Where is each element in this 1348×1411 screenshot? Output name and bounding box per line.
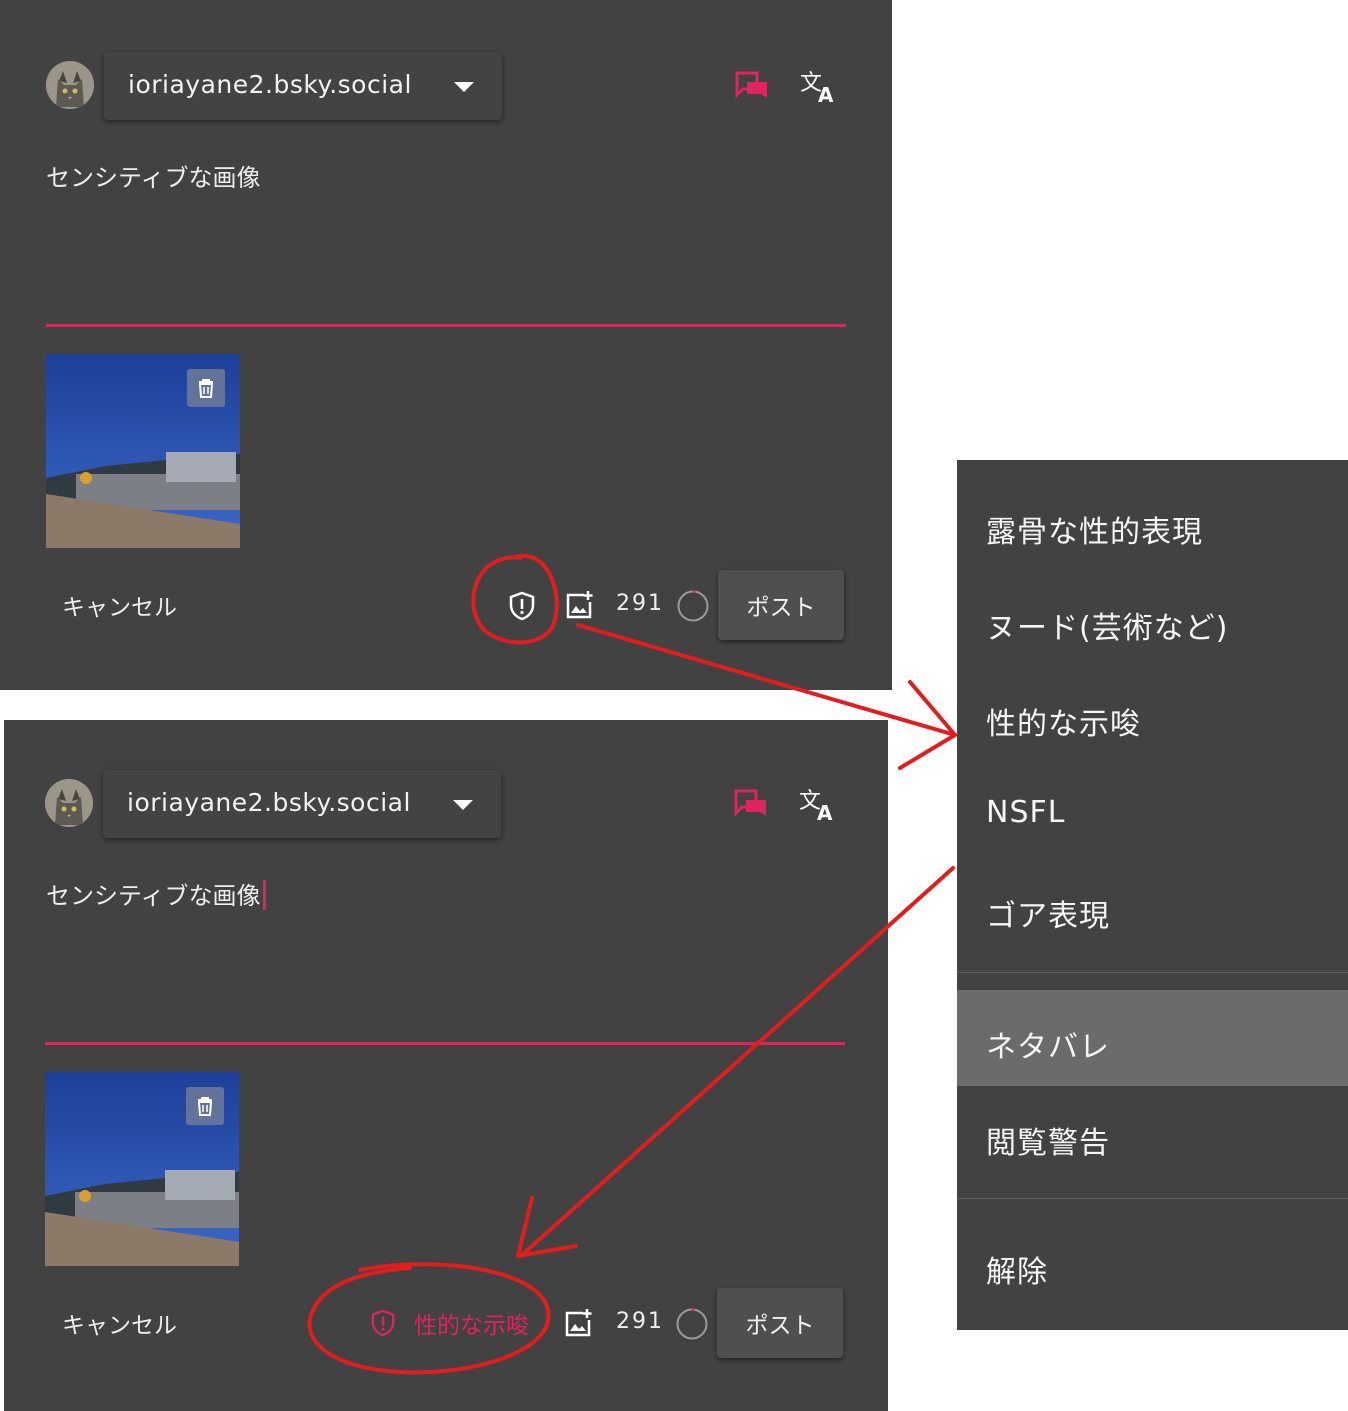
menu-item-label: 露骨な性的表現 — [986, 515, 1203, 550]
composer-panel-before: ioriayane2.bsky.social 文 A センシティブな画像 キャン… — [0, 0, 892, 690]
text-underline — [46, 324, 846, 327]
char-count: 291 — [616, 1309, 664, 1334]
menu-item-label: ヌード(芸術など) — [986, 611, 1229, 646]
menu-item-gore[interactable]: ゴア表現 — [957, 859, 1348, 955]
chat-bubbles-icon[interactable] — [734, 70, 770, 102]
menu-item-label: ゴア表現 — [986, 899, 1110, 934]
menu-item-nudity[interactable]: ヌード(芸術など) — [957, 571, 1348, 667]
arrow-head-menu — [898, 680, 957, 770]
cancel-button[interactable]: キャンセル — [62, 1306, 177, 1340]
menu-divider — [957, 972, 1348, 973]
trash-icon — [197, 1097, 213, 1116]
attached-image[interactable] — [46, 354, 240, 548]
post-text: センシティブな画像 — [46, 164, 261, 192]
cat-avatar-image — [45, 779, 93, 827]
menu-item-spoiler[interactable]: ネタバレ — [957, 990, 1348, 1086]
progress-ring-icon — [677, 590, 709, 622]
applied-label-text: 性的な示唆 — [414, 1313, 529, 1339]
account-handle: ioriayane2.bsky.social — [127, 788, 411, 817]
add-image-icon[interactable] — [564, 590, 594, 620]
account-selector[interactable]: ioriayane2.bsky.social — [104, 52, 502, 120]
chevron-down-icon — [453, 800, 473, 810]
chat-bubbles-icon[interactable] — [733, 788, 769, 820]
shield-alert-icon — [371, 1309, 395, 1337]
trash-icon — [198, 379, 214, 398]
account-handle: ioriayane2.bsky.social — [128, 70, 412, 99]
composer-panel-after: ioriayane2.bsky.social 文 A センシティブな画像 キャン… — [4, 720, 888, 1411]
menu-item-label: NSFL — [986, 795, 1066, 830]
add-image-icon[interactable] — [563, 1308, 593, 1338]
delete-image-button[interactable] — [187, 369, 225, 407]
post-button[interactable]: ポスト — [717, 1288, 843, 1358]
svg-text:A: A — [817, 801, 833, 822]
text-underline — [45, 1042, 845, 1045]
translate-icon[interactable]: 文 A — [800, 68, 836, 104]
svg-text:A: A — [818, 83, 834, 104]
content-label-menu: 露骨な性的表現 ヌード(芸術など) 性的な示唆 NSFL ゴア表現 ネタバレ 閲… — [957, 460, 1348, 1330]
menu-item-porn[interactable]: 露骨な性的表現 — [957, 475, 1348, 571]
menu-item-label: 解除 — [986, 1255, 1048, 1290]
cat-avatar-image — [46, 61, 94, 109]
translate-icon[interactable]: 文 A — [799, 786, 835, 822]
post-text-input[interactable]: センシティブな画像 — [46, 876, 266, 911]
avatar[interactable] — [46, 61, 94, 109]
menu-item-label: 閲覧警告 — [986, 1126, 1110, 1161]
post-text-input[interactable]: センシティブな画像 — [46, 158, 261, 193]
menu-divider — [957, 1198, 1348, 1199]
menu-item-clear[interactable]: 解除 — [957, 1215, 1348, 1311]
account-selector[interactable]: ioriayane2.bsky.social — [103, 770, 501, 838]
avatar[interactable] — [45, 779, 93, 827]
chevron-down-icon — [454, 82, 474, 92]
menu-item-nsfl[interactable]: NSFL — [957, 763, 1348, 859]
menu-item-label: ネタバレ — [986, 1030, 1110, 1065]
post-button-label: ポスト — [745, 1313, 815, 1339]
delete-image-button[interactable] — [186, 1087, 224, 1125]
post-button[interactable]: ポスト — [718, 570, 844, 640]
text-cursor — [262, 880, 266, 910]
menu-item-sexual[interactable]: 性的な示唆 — [957, 667, 1348, 763]
post-button-label: ポスト — [746, 595, 816, 621]
cancel-button[interactable]: キャンセル — [62, 588, 177, 622]
shield-alert-icon[interactable] — [508, 591, 536, 621]
progress-ring-icon — [676, 1308, 708, 1340]
menu-item-warning[interactable]: 閲覧警告 — [957, 1086, 1348, 1182]
menu-item-label: 性的な示唆 — [986, 707, 1141, 742]
attached-image[interactable] — [45, 1072, 239, 1266]
post-text: センシティブな画像 — [46, 882, 261, 910]
char-count: 291 — [616, 591, 664, 616]
